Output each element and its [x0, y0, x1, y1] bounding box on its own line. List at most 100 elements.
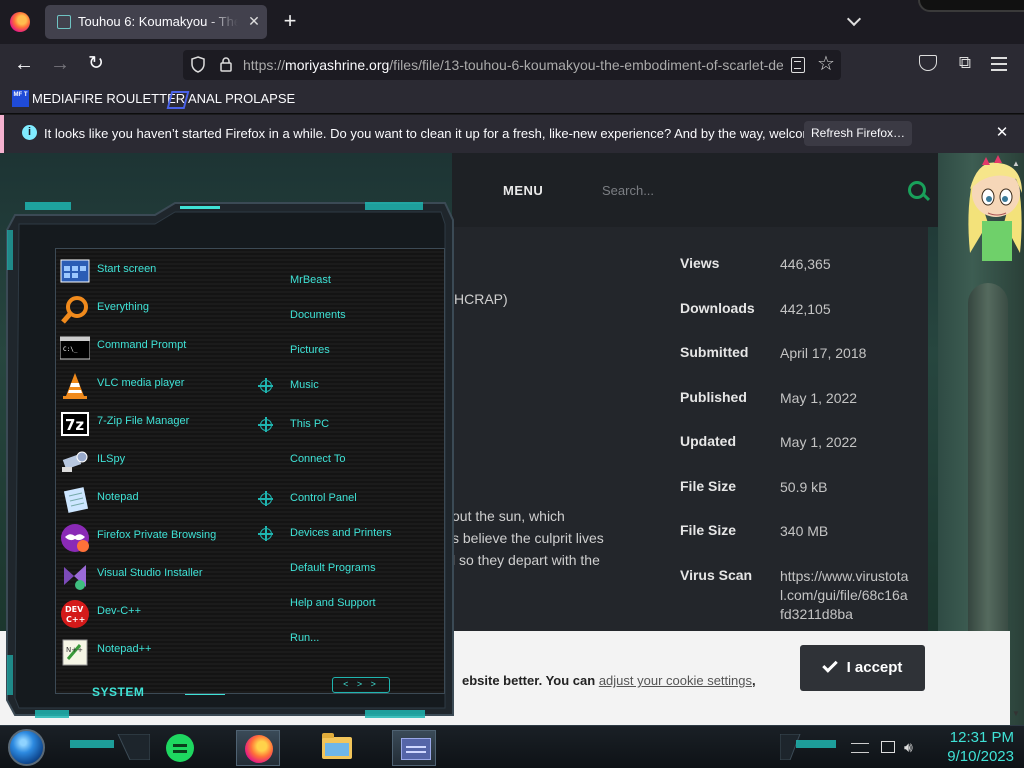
taskbar-app-file-explorer[interactable]: [314, 730, 358, 766]
shield-icon[interactable]: [191, 56, 205, 73]
private-browsing-icon: [61, 524, 89, 552]
bookmark-anal-prolapse[interactable]: ANAL PROLAPSE: [168, 90, 295, 108]
scroll-up-arrow-icon[interactable]: ▲: [1012, 159, 1022, 169]
app-item-notepadpp[interactable]: N++ Notepad++: [60, 635, 270, 669]
extensions-icon[interactable]: ⧉: [955, 52, 975, 74]
app-item-firefox-private[interactable]: Firefox Private Browsing: [60, 521, 270, 555]
active-tab[interactable]: Touhou 6: Koumakyou - The Embodiment of …: [45, 5, 267, 39]
place-item-mrbeast[interactable]: MrBeast: [260, 270, 440, 292]
chevron-down-icon[interactable]: [845, 12, 863, 30]
place-label: Connect To: [290, 453, 346, 465]
bookmark-label: MEDIAFIRE ROULETTER: [32, 91, 186, 106]
forward-button[interactable]: →: [47, 52, 73, 76]
place-item-control-panel[interactable]: Control Panel: [258, 488, 440, 510]
system-button[interactable]: SYSTEM: [92, 685, 144, 699]
file-title-fragment: HCRAP): [454, 291, 508, 307]
tray-overflow-icon[interactable]: [851, 743, 869, 753]
description-line: s believe the culprit lives: [452, 530, 604, 546]
taskbar-app-notes[interactable]: [158, 730, 202, 766]
site-search-input[interactable]: Search...: [602, 183, 892, 198]
description-line: out the sun, which: [452, 508, 565, 524]
place-item-devices-printers[interactable]: Devices and Printers: [258, 523, 440, 545]
pocket-icon[interactable]: [919, 55, 937, 71]
notepadpp-icon: N++: [62, 639, 88, 666]
place-item-documents[interactable]: Documents: [260, 305, 440, 327]
svg-text:N++: N++: [66, 646, 83, 654]
place-item-run[interactable]: Run...: [260, 628, 440, 650]
hamburger-menu-icon[interactable]: [991, 57, 1007, 71]
clock-date[interactable]: 9/10/2023: [930, 748, 1014, 765]
vs-installer-icon: [64, 565, 86, 590]
reader-view-icon[interactable]: [791, 57, 805, 73]
place-item-music[interactable]: Music: [258, 375, 440, 397]
place-item-connect-to[interactable]: Connect To: [260, 449, 440, 471]
app-item-start-screen[interactable]: Start screen: [60, 255, 270, 289]
app-item-vlc[interactable]: VLC media player: [60, 369, 270, 403]
app-label: Start screen: [97, 263, 157, 275]
app-item-vs-installer[interactable]: Visual Studio Installer: [60, 559, 270, 593]
info-value: May 1, 2022: [780, 390, 858, 406]
accept-cookies-button[interactable]: I accept: [800, 645, 925, 691]
accept-label: I accept: [846, 659, 903, 676]
app-label: VLC media player: [97, 377, 185, 389]
check-icon: [821, 657, 838, 673]
window-controls[interactable]: [918, 0, 1024, 12]
refresh-firefox-button[interactable]: Refresh Firefox…: [804, 121, 912, 146]
taskbar-app-firefox[interactable]: [236, 730, 280, 766]
place-item-this-pc[interactable]: This PC: [258, 414, 440, 436]
close-icon[interactable]: ✕: [992, 123, 1012, 143]
app-item-devcpp[interactable]: DEV C++ Dev-C++: [60, 597, 270, 631]
url-bar[interactable]: https://moriyashrine.org/files/file/13-t…: [183, 50, 841, 80]
tab-bar: Touhou 6: Koumakyou - The Embodiment of …: [0, 0, 1024, 44]
bookmark-mediafire[interactable]: MF T MEDIAFIRE ROULETTER: [12, 90, 185, 108]
firefox-logo-icon[interactable]: [10, 12, 30, 32]
place-item-default-programs[interactable]: Default Programs: [260, 558, 440, 580]
7zip-icon: 7z: [61, 412, 89, 436]
app-item-everything[interactable]: Everything: [60, 293, 270, 327]
ilspy-icon: [62, 451, 88, 472]
bookmark-star-icon[interactable]: ☆: [817, 52, 837, 76]
info-label: File Size: [680, 478, 737, 494]
new-tab-button[interactable]: +: [280, 10, 300, 34]
search-icon[interactable]: [908, 181, 926, 199]
mediafire-icon: MF T: [12, 90, 29, 107]
firefox-icon: [245, 735, 273, 763]
place-item-help-support[interactable]: Help and Support: [260, 593, 440, 615]
place-label: Documents: [290, 309, 346, 321]
submenu-arrow-icon: [258, 491, 273, 506]
lock-icon[interactable]: [219, 56, 233, 73]
app-item-ilspy[interactable]: ILSpy: [60, 445, 270, 479]
scroll-down-arrow-icon[interactable]: ▼: [1012, 709, 1022, 719]
cookie-tail: ,: [752, 673, 756, 688]
app-label: Everything: [97, 301, 149, 313]
place-label: Run...: [290, 632, 320, 644]
tab-title: Touhou 6: Koumakyou - The Embodiment of …: [78, 14, 238, 29]
folder-icon: [322, 733, 352, 759]
start-menu-nav-arrows[interactable]: < > >: [332, 677, 390, 693]
virus-scan-link[interactable]: https://www.virustotal.com/gui/file/68c1…: [780, 567, 910, 624]
cookie-text: ebsite better. You can adjust your cooki…: [462, 673, 756, 688]
notes-app-icon: [166, 734, 194, 762]
taskbar: 🔊︎ 12:31 PM 9/10/2023: [0, 725, 1024, 768]
place-label: Control Panel: [290, 492, 357, 504]
app-item-notepad[interactable]: Notepad: [60, 483, 270, 517]
app-label: Notepad: [97, 491, 139, 503]
svg-text:DEV: DEV: [65, 605, 84, 614]
network-icon[interactable]: [881, 741, 895, 753]
place-item-pictures[interactable]: Pictures: [260, 340, 440, 362]
back-button[interactable]: ←: [11, 52, 37, 76]
url-text[interactable]: https://moriyashrine.org/files/file/13-t…: [243, 57, 783, 73]
clock-time[interactable]: 12:31 PM: [930, 729, 1014, 746]
taskbar-app-window[interactable]: [392, 730, 436, 766]
devcpp-icon: DEVC++: [61, 600, 89, 628]
app-item-command-prompt[interactable]: C:\_ Command Prompt: [60, 331, 270, 365]
site-menu-link[interactable]: MENU: [503, 183, 543, 198]
start-menu: Start screen Everything C:\_ Command Pro…: [5, 200, 455, 720]
volume-icon[interactable]: 🔊︎: [904, 738, 922, 756]
start-orb-button[interactable]: [8, 729, 45, 766]
app-item-7zip[interactable]: 7z 7-Zip File Manager: [60, 407, 270, 441]
reload-button[interactable]: ↻: [83, 52, 109, 76]
vlc-cone-icon: [63, 373, 87, 399]
tab-close-icon[interactable]: ✕: [245, 12, 263, 30]
cookie-settings-link[interactable]: adjust your cookie settings: [599, 673, 752, 688]
